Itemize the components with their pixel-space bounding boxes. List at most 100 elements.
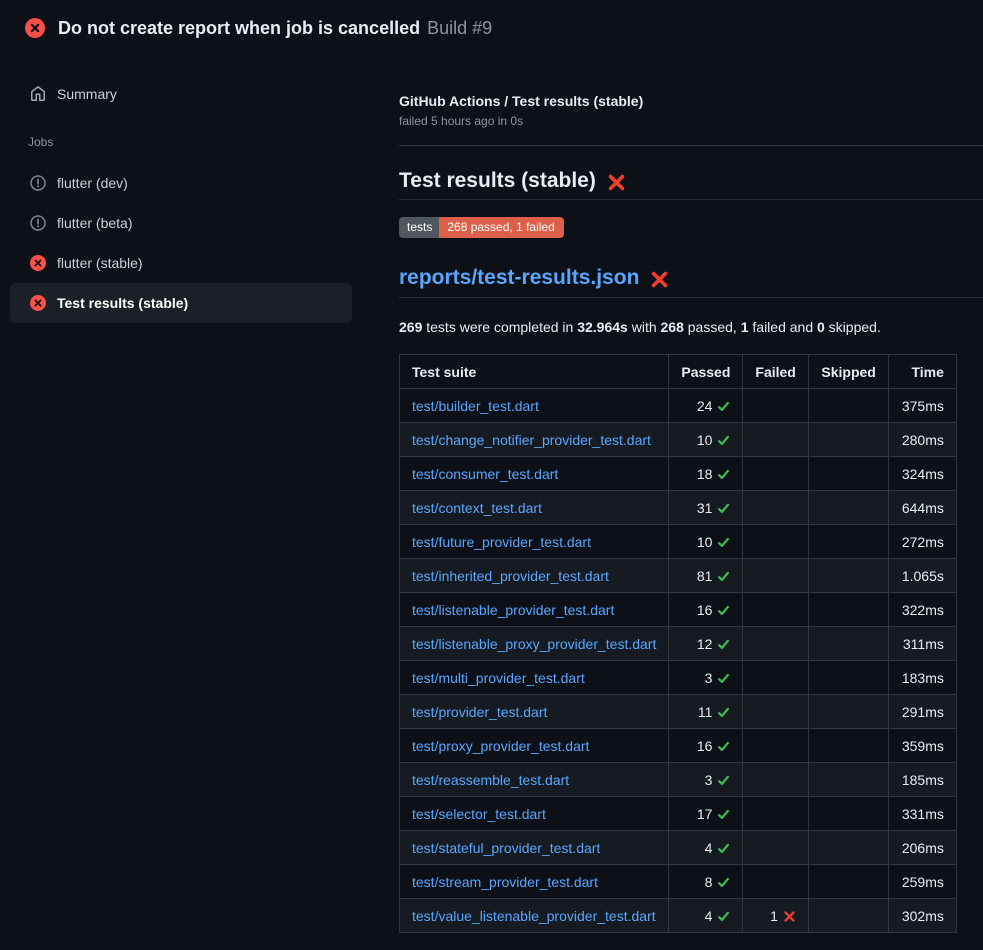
skipped-cell [808, 593, 888, 627]
passed-cell-value: 4 [705, 908, 713, 924]
skipped-cell [808, 695, 888, 729]
failed-cell [743, 593, 808, 627]
summary-segment: 32.964s [577, 319, 628, 335]
sidebar-job-label: flutter (beta) [57, 215, 132, 231]
time-cell: 375ms [888, 389, 956, 423]
suite-link[interactable]: test/builder_test.dart [412, 398, 539, 414]
summary-segment: 1 [741, 319, 749, 335]
suite-link[interactable]: test/change_notifier_provider_test.dart [412, 432, 651, 448]
skipped-cell [808, 729, 888, 763]
summary-segment: failed and [749, 319, 818, 335]
column-header-test-suite: Test suite [400, 355, 669, 389]
passed-cell-value: 10 [697, 432, 713, 448]
passed-cell-value: 24 [697, 398, 713, 414]
passed-cell-value: 11 [698, 704, 713, 720]
suite-link[interactable]: test/selector_test.dart [412, 806, 546, 822]
passed-cell-value: 18 [697, 466, 713, 482]
passed-cell: 8 [669, 865, 743, 899]
suite-link[interactable]: test/stream_provider_test.dart [412, 874, 598, 890]
sidebar-job-item[interactable]: Test results (stable) [10, 283, 352, 323]
home-icon [30, 86, 46, 102]
passed-cell-value: 3 [705, 670, 713, 686]
sidebar-summary-label: Summary [57, 86, 117, 102]
suite-link[interactable]: test/proxy_provider_test.dart [412, 738, 589, 754]
failed-cell [743, 457, 808, 491]
failed-cell [743, 797, 808, 831]
passed-cell-group: 8 [705, 874, 731, 890]
passed-cell-value: 81 [697, 568, 713, 584]
passed-cell-value: 4 [705, 840, 713, 856]
suite-link[interactable]: test/future_provider_test.dart [412, 534, 591, 550]
suite-link[interactable]: test/reassemble_test.dart [412, 772, 569, 788]
suite-cell: test/listenable_provider_test.dart [400, 593, 669, 627]
passed-cell-value: 17 [697, 806, 713, 822]
sidebar-job-item[interactable]: flutter (dev) [10, 163, 352, 203]
passed-cell: 11 [669, 695, 743, 729]
suite-link[interactable]: test/provider_test.dart [412, 704, 547, 720]
passed-cell-value: 3 [705, 772, 713, 788]
passed-cell-group: 16 [697, 738, 731, 754]
time-cell: 1.065s [888, 559, 956, 593]
skipped-cell [808, 831, 888, 865]
table-row: test/proxy_provider_test.dart16359ms [400, 729, 957, 763]
suite-cell: test/builder_test.dart [400, 389, 669, 423]
table-row: test/future_provider_test.dart10272ms [400, 525, 957, 559]
suite-link[interactable]: test/listenable_provider_test.dart [412, 602, 614, 618]
failed-cell: 1 [743, 899, 808, 933]
suite-link[interactable]: test/stateful_provider_test.dart [412, 840, 600, 856]
suite-link[interactable]: test/value_listenable_provider_test.dart [412, 908, 656, 924]
table-row: test/value_listenable_provider_test.dart… [400, 899, 957, 933]
passed-cell-group: 11 [698, 704, 731, 720]
suite-cell: test/multi_provider_test.dart [400, 661, 669, 695]
cross-mark-icon [650, 270, 669, 289]
sidebar-job-item[interactable]: flutter (stable) [10, 243, 352, 283]
check-icon [717, 604, 730, 617]
skipped-cell [808, 865, 888, 899]
passed-cell: 10 [669, 525, 743, 559]
neutral-circle-icon [30, 175, 46, 191]
suite-link[interactable]: test/consumer_test.dart [412, 466, 558, 482]
neutral-circle-icon [30, 215, 46, 231]
passed-cell-group: 4 [705, 908, 731, 924]
suite-link[interactable]: test/context_test.dart [412, 500, 542, 516]
suite-cell: test/future_provider_test.dart [400, 525, 669, 559]
failed-cell [743, 389, 808, 423]
report-file-link[interactable]: reports/test-results.json [399, 266, 639, 290]
suite-link[interactable]: test/multi_provider_test.dart [412, 670, 585, 686]
check-icon [717, 570, 730, 583]
table-row: test/multi_provider_test.dart3183ms [400, 661, 957, 695]
skipped-cell [808, 525, 888, 559]
passed-cell-group: 16 [697, 602, 731, 618]
sidebar-job-item[interactable]: flutter (beta) [10, 203, 352, 243]
run-meta: failed 5 hours ago in 0s [399, 114, 983, 128]
sidebar-item-summary[interactable]: Summary [0, 80, 362, 108]
table-row: test/stream_provider_test.dart8259ms [400, 865, 957, 899]
suite-link[interactable]: test/inherited_provider_test.dart [412, 568, 609, 584]
suite-cell: test/stateful_provider_test.dart [400, 831, 669, 865]
check-icon [717, 434, 730, 447]
badge-value: 268 passed, 1 failed [439, 217, 563, 238]
failed-cell [743, 865, 808, 899]
time-cell: 322ms [888, 593, 956, 627]
suite-link[interactable]: test/listenable_proxy_provider_test.dart [412, 636, 656, 652]
column-header-failed: Failed [743, 355, 808, 389]
passed-cell: 24 [669, 389, 743, 423]
table-row: test/stateful_provider_test.dart4206ms [400, 831, 957, 865]
passed-cell: 4 [669, 899, 743, 933]
table-header-row: Test suite Passed Failed Skipped Time [400, 355, 957, 389]
cross-mark-icon [607, 173, 626, 192]
passed-cell-group: 12 [697, 636, 731, 652]
failed-cell [743, 729, 808, 763]
sidebar: Summary Jobs flutter (dev) flutter (beta)… [0, 56, 362, 323]
skipped-cell [808, 559, 888, 593]
jobs-section-label: Jobs [28, 135, 362, 149]
suite-cell: test/change_notifier_provider_test.dart [400, 423, 669, 457]
column-header-time: Time [888, 355, 956, 389]
check-icon [717, 536, 730, 549]
time-cell: 331ms [888, 797, 956, 831]
column-header-passed: Passed [669, 355, 743, 389]
workflow-run-title: Do not create report when job is cancell… [58, 18, 420, 39]
section-title-text: Test results (stable) [399, 169, 596, 193]
x-circle-icon [30, 295, 46, 311]
skipped-cell [808, 899, 888, 933]
